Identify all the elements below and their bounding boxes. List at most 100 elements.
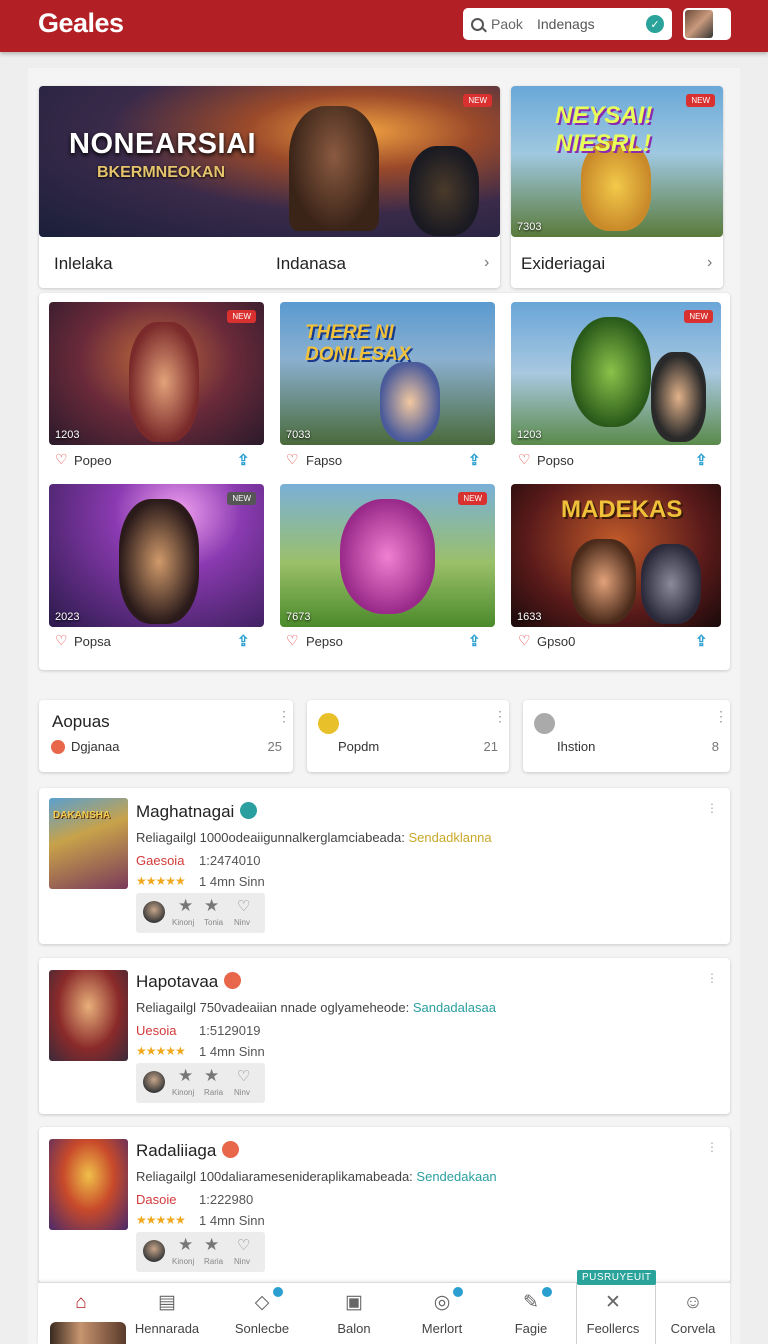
action-bar: ★ ★ ♡ Kinonj Raria Ninv bbox=[136, 1063, 265, 1103]
character-figure bbox=[119, 499, 199, 624]
stat-card-2[interactable]: Popdm 21 ⋮ bbox=[307, 700, 509, 772]
peek-avatar bbox=[50, 1322, 126, 1344]
nav-selected-outline bbox=[576, 1282, 656, 1344]
more-icon[interactable]: ⋮ bbox=[706, 802, 718, 814]
more-icon[interactable]: ⋮ bbox=[706, 972, 718, 984]
desc-highlight[interactable]: Sendedakaan bbox=[416, 1169, 496, 1184]
avatar[interactable] bbox=[143, 901, 165, 923]
search-bar[interactable]: Paok Indenags ✓ bbox=[463, 8, 672, 40]
hero-bar-left: Inlelaka bbox=[54, 254, 113, 273]
list-thumbnail bbox=[49, 1139, 128, 1230]
chevron-right-icon[interactable]: › bbox=[707, 254, 712, 272]
stat-card-title: Aopuas bbox=[52, 712, 110, 731]
star-icon[interactable]: ★ bbox=[178, 1066, 193, 1086]
grid-item-5-art[interactable]: NEW 7673 bbox=[280, 484, 495, 627]
grid-item-5-label: Pepso bbox=[306, 634, 343, 649]
stat-value: 8 bbox=[711, 739, 719, 754]
grid-item-2-art[interactable]: THERE NI DONLESAX 7033 bbox=[280, 302, 495, 445]
star-icon[interactable]: ★ bbox=[178, 896, 193, 916]
grid-item-3-art[interactable]: NEW 1203 bbox=[511, 302, 721, 445]
avatar-image bbox=[685, 10, 713, 38]
featured-card[interactable]: NEYSAI! NIESRL! NEW 7303 Exideriagai › bbox=[511, 86, 723, 288]
search-icon bbox=[471, 17, 484, 31]
chevron-right-icon[interactable]: › bbox=[484, 254, 489, 272]
heart-icon[interactable]: ♡ bbox=[55, 451, 68, 468]
heart-icon[interactable]: ♡ bbox=[286, 451, 299, 468]
nav-item-fagie[interactable]: ✎ Fagie bbox=[488, 1283, 574, 1344]
share-icon[interactable]: ⇪ bbox=[237, 632, 250, 650]
grid-item-4-art[interactable]: NEW 2023 bbox=[49, 484, 264, 627]
action-label: Kinonj bbox=[172, 1257, 195, 1266]
avatar[interactable] bbox=[143, 1071, 165, 1093]
nav-item-hennarada[interactable]: ▤ Hennarada bbox=[124, 1283, 210, 1344]
check-circle-icon[interactable]: ✓ bbox=[646, 15, 664, 33]
more-icon[interactable]: ⋮ bbox=[277, 709, 291, 723]
stat-card-3[interactable]: Ihstion 8 ⋮ bbox=[523, 700, 730, 772]
star-icon[interactable]: ★ bbox=[204, 896, 219, 916]
heart-icon[interactable]: ♡ bbox=[286, 632, 299, 649]
share-icon[interactable]: ⇪ bbox=[468, 451, 481, 469]
star-icon[interactable]: ★ bbox=[178, 1235, 193, 1255]
notification-dot bbox=[273, 1287, 283, 1297]
app-logo[interactable]: Geales bbox=[38, 8, 124, 39]
desc-text: Reliagailgl 1000odeaiigunnalkerglamciabe… bbox=[136, 830, 405, 845]
share-icon[interactable]: ⇪ bbox=[695, 632, 708, 650]
user-avatar[interactable] bbox=[683, 8, 731, 40]
action-label: Raria bbox=[204, 1088, 224, 1097]
status-icon bbox=[222, 1141, 240, 1158]
nav-item-sonlecbe[interactable]: ◇ Sonlecbe bbox=[219, 1283, 305, 1344]
avatar[interactable] bbox=[143, 1240, 165, 1262]
notification-dot bbox=[542, 1287, 552, 1297]
grid-item-1-art[interactable]: NEW 1203 bbox=[49, 302, 264, 445]
edit-icon: ✎ bbox=[523, 1292, 539, 1313]
stat-card-1[interactable]: Aopuas Dgjanaa 25 ⋮ bbox=[39, 700, 293, 772]
stat-label: Popdm bbox=[338, 739, 380, 754]
heart-icon[interactable]: ♡ bbox=[237, 897, 250, 915]
nav-label: Fagie bbox=[514, 1321, 548, 1336]
genre-label: Dasoie bbox=[136, 1192, 177, 1207]
nav-item-balon[interactable]: ▣ Balon bbox=[311, 1283, 397, 1344]
heart-icon[interactable]: ♡ bbox=[518, 632, 531, 649]
nav-label: Sonlecbe bbox=[234, 1321, 290, 1336]
character-figure bbox=[380, 362, 440, 442]
list-item[interactable]: Radaliiaga Reliagailgl 100daliaramesenid… bbox=[39, 1127, 730, 1283]
more-icon[interactable]: ⋮ bbox=[493, 709, 507, 723]
heart-icon[interactable]: ♡ bbox=[518, 451, 531, 468]
heart-icon[interactable]: ♡ bbox=[237, 1067, 250, 1085]
desc-highlight[interactable]: Sandadalasaa bbox=[413, 1000, 496, 1015]
list-thumbnail: DAKANSHA bbox=[49, 798, 128, 889]
share-icon[interactable]: ⇪ bbox=[468, 632, 481, 650]
new-badge: NEW bbox=[458, 492, 487, 505]
more-icon[interactable]: ⋮ bbox=[714, 709, 728, 723]
more-icon[interactable]: ⋮ bbox=[706, 1141, 718, 1153]
grid-item-6-art[interactable]: MADEKAS 1633 bbox=[511, 484, 721, 627]
title-text: Hapotavaa bbox=[136, 972, 219, 991]
hero-card[interactable]: NONEARSIAI BKERMNEOKAN NEW Inlelaka Inda… bbox=[39, 86, 500, 288]
list-item[interactable]: Hapotavaa Reliagailgl 750vadeaiian nnade… bbox=[39, 958, 730, 1114]
share-icon[interactable]: ⇪ bbox=[695, 451, 708, 469]
heart-icon[interactable]: ♡ bbox=[55, 632, 68, 649]
list-item[interactable]: DAKANSHA Maghatnagai Reliagailgl 1000ode… bbox=[39, 788, 730, 944]
nav-item-merlort[interactable]: ◎ Merlort bbox=[399, 1283, 485, 1344]
item-number: 1203 bbox=[55, 429, 80, 441]
star-icon[interactable]: ★ bbox=[204, 1235, 219, 1255]
top-header: Geales Paok Indenags ✓ bbox=[0, 0, 768, 52]
heart-icon[interactable]: ♡ bbox=[237, 1236, 250, 1254]
action-label: Ninv bbox=[234, 1088, 251, 1097]
share-icon[interactable]: ⇪ bbox=[237, 451, 250, 469]
item-number: 7673 bbox=[286, 611, 311, 623]
time-label: 1 4mn Sinn bbox=[199, 874, 265, 889]
star-icon[interactable]: ★ bbox=[204, 1066, 219, 1086]
hero-artwork: NONEARSIAI BKERMNEOKAN NEW bbox=[39, 86, 500, 237]
list-item-desc: Reliagailgl 750vadeaiian nnade oglyamehe… bbox=[136, 1000, 496, 1015]
time-label: 1 4mn Sinn bbox=[199, 1044, 265, 1059]
nav-label: Hennarada bbox=[134, 1321, 200, 1336]
search-input[interactable]: Indenags bbox=[537, 16, 646, 32]
featured-bar-label: Exideriagai bbox=[521, 254, 606, 273]
desc-highlight[interactable]: Sendadklanna bbox=[409, 830, 492, 845]
nav-item-corvela[interactable]: ☺ Corvela bbox=[650, 1283, 736, 1344]
calendar-icon: ▤ bbox=[158, 1292, 176, 1313]
item-number: 7033 bbox=[286, 429, 311, 441]
action-bar: ★ ★ ♡ Kinonj Raria Ninv bbox=[136, 1232, 265, 1272]
hero-creature bbox=[409, 146, 479, 236]
